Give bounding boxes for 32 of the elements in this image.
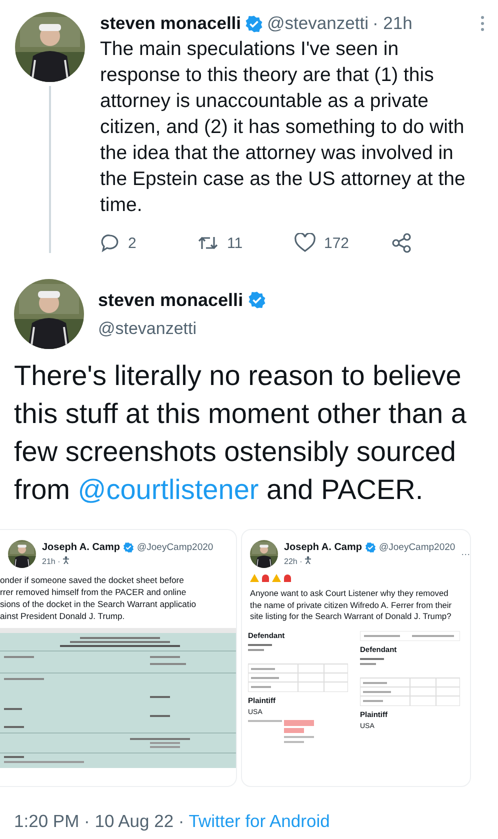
siren-icon bbox=[261, 574, 270, 582]
post-text-line: onder if someone saved the docket sheet before bbox=[0, 574, 185, 586]
share-icon[interactable] bbox=[391, 232, 413, 254]
author-handle[interactable]: @stevanzetti bbox=[267, 13, 368, 34]
author-handle[interactable]: @stevanzetti bbox=[98, 318, 266, 338]
author-handle[interactable]: @JoeyCamp2020 bbox=[136, 542, 214, 553]
author-handle[interactable]: @JoeyCamp2020 bbox=[378, 542, 456, 553]
accessibility-icon bbox=[304, 556, 312, 564]
more-menu[interactable]: ··· bbox=[461, 549, 470, 559]
post-text-line: ainst President Donald J. Trump. bbox=[0, 610, 126, 622]
post-time: 22h · bbox=[284, 557, 302, 566]
reply-icon[interactable] bbox=[100, 233, 120, 253]
author-name[interactable]: Joseph A. Camp bbox=[42, 542, 120, 553]
post-timestamp: 1:20 PM · 10 Aug 22 · bbox=[14, 811, 186, 831]
reply-count: 2 bbox=[128, 234, 136, 252]
tweet-text: There's literally no reason to believe this stuff at this moment other than a few screenshots ostensibly sourced from @courtlistener and PACER. bbox=[14, 359, 468, 507]
warning-icon bbox=[272, 574, 281, 582]
tweet-text: The main speculations I've seen in response to this theory are that (1) this attorney is unaccountable as a private citizen, and (2) it has something to do with the idea that the attorney was involved in the Epstein case as the US attorney at the time. bbox=[100, 37, 466, 218]
like-count: 172 bbox=[324, 234, 350, 252]
post-time: 21h · bbox=[42, 557, 60, 566]
author-name[interactable]: steven monacelli bbox=[98, 290, 244, 310]
accessibility-icon bbox=[62, 556, 70, 564]
post-time: · 21h bbox=[372, 13, 412, 34]
warning-icon bbox=[250, 574, 259, 582]
heart-icon[interactable] bbox=[294, 233, 316, 253]
post-text-line: sions of the docket in the Search Warrant applicatio bbox=[0, 598, 198, 610]
retweet-count: 11 bbox=[227, 234, 243, 252]
post-text: Anyone want to ask Court Listener why they removed the name of private citizen Wifredo A. Ferrer from their site listing for the Search Warrant of Donald J. Trump? bbox=[249, 587, 453, 622]
siren-icon bbox=[283, 574, 292, 582]
author-name[interactable]: steven monacelli bbox=[100, 13, 242, 34]
author-name[interactable]: Joseph A. Camp bbox=[284, 542, 362, 553]
post-text-line: rrer removed himself from the PACER and online bbox=[0, 586, 188, 598]
